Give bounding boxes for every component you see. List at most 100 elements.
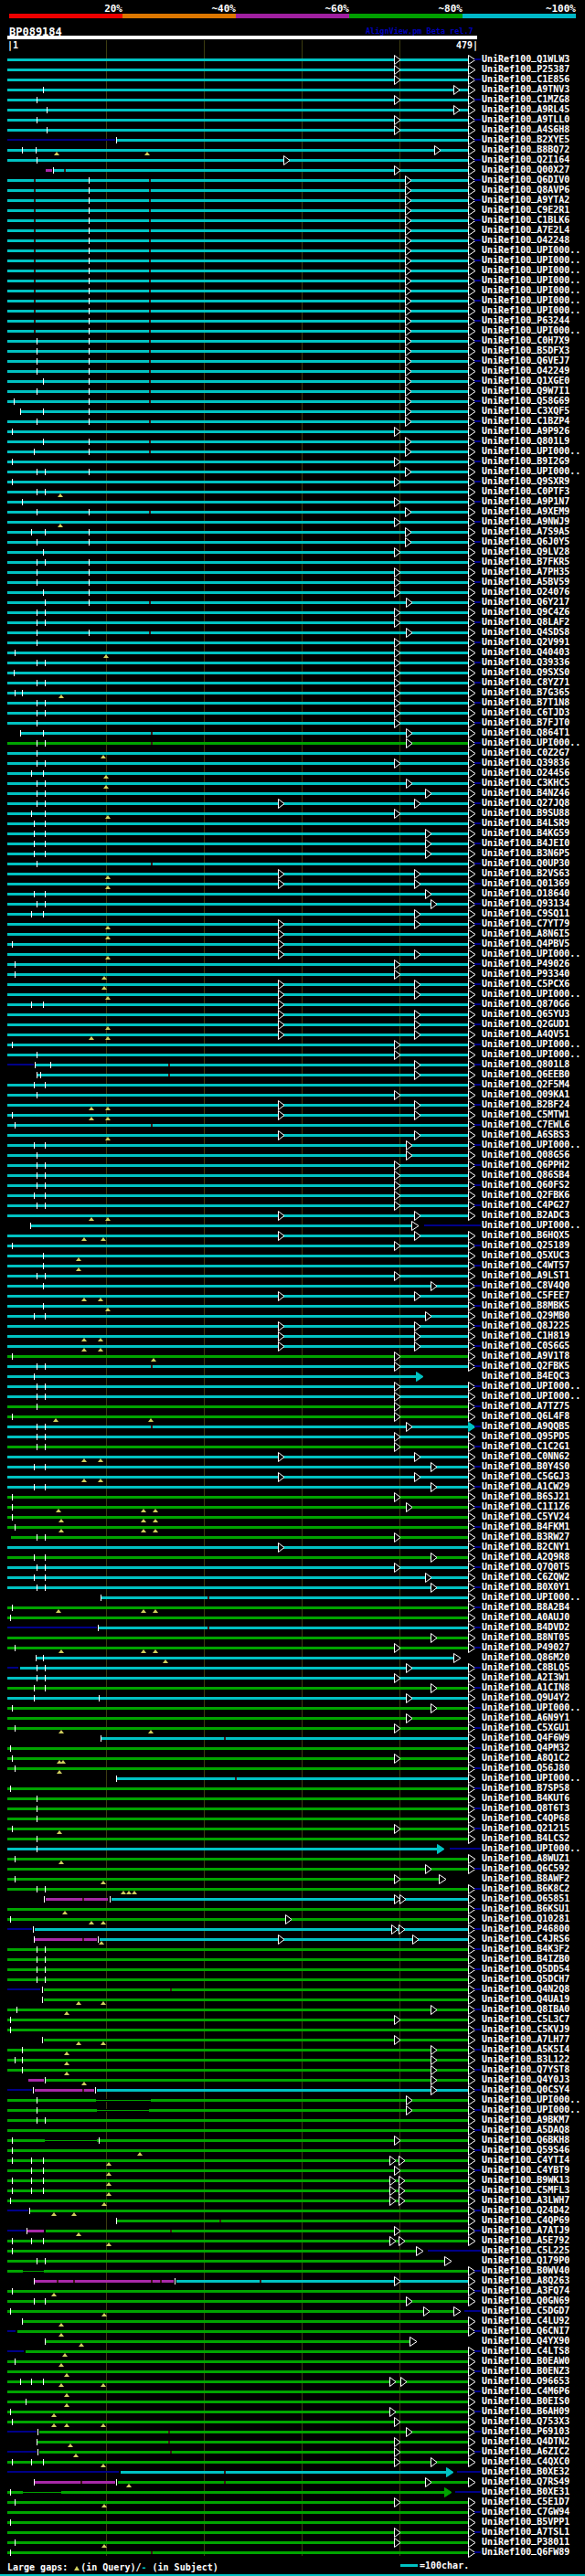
hit-label[interactable]: UniRef100C5E1D7	[482, 2496, 569, 2507]
hit-bar[interactable]	[7, 1526, 468, 1529]
hit-bar[interactable]	[7, 772, 468, 775]
hit-label[interactable]: UniRef100B9I2G9	[482, 456, 569, 466]
hit-bar[interactable]	[39, 2451, 468, 2454]
hit-bar[interactable]	[7, 782, 468, 785]
hit-label[interactable]: UniRef100Q7RS49	[482, 2476, 569, 2486]
hit-label[interactable]: UniRef100Q0UP30	[482, 858, 569, 868]
hit-label[interactable]: UniRef100C5PCX6	[482, 979, 569, 989]
hit-bar[interactable]	[7, 2491, 444, 2494]
hit-label[interactable]: UniRef100Q801L8	[482, 1059, 569, 1069]
hit-label[interactable]: UniRef100Q4YX90	[482, 2336, 569, 2346]
hit-label[interactable]: UniRef100C0Z2G7	[482, 747, 569, 758]
hit-label[interactable]: UniRef100C5L3C7	[482, 2014, 569, 2024]
hit-label[interactable]: UniRef100C5DGD7	[482, 2306, 569, 2316]
hit-label[interactable]: UniRef100P46800	[482, 1924, 569, 1934]
hit-bar[interactable]	[36, 1657, 453, 1659]
hit-bar[interactable]	[7, 1486, 468, 1489]
hit-label[interactable]: UniRef100B7T1N8	[482, 697, 569, 707]
hit-bar[interactable]	[7, 1235, 468, 1237]
hit-bar[interactable]	[7, 2290, 468, 2293]
hit-bar[interactable]	[7, 822, 468, 825]
hit-bar[interactable]	[7, 1818, 468, 1820]
hit-label[interactable]: UniRef100B0X0Y1	[482, 1582, 569, 1592]
hit-bar[interactable]	[7, 249, 468, 252]
hit-bar[interactable]	[7, 933, 468, 936]
hit-bar[interactable]	[7, 1214, 468, 1217]
hit-bar[interactable]	[7, 1295, 468, 1298]
hit-label[interactable]: UniRef100C0NN62	[482, 1451, 569, 1461]
hit-bar[interactable]	[17, 2330, 468, 2333]
hit-label[interactable]: UniRef100Q6Y217	[482, 597, 569, 607]
hit-bar[interactable]	[7, 2310, 453, 2313]
hit-label[interactable]: UniRef100B8BQ72	[482, 144, 569, 154]
hit-label[interactable]: UniRef100Q8IBA0	[482, 2004, 569, 2014]
hit-bar[interactable]	[112, 1898, 468, 1901]
hit-bar[interactable]	[7, 451, 468, 453]
hit-label[interactable]: UniRef100B2VS63	[482, 868, 569, 878]
hit-bar[interactable]	[7, 752, 468, 755]
hit-label[interactable]: UniRef100Q60FS2	[482, 1180, 569, 1190]
hit-label[interactable]: UniRef100C7GW94	[482, 2507, 569, 2517]
hit-bar[interactable]	[101, 1737, 468, 1740]
hit-bar[interactable]	[7, 300, 468, 302]
hit-bar[interactable]	[7, 1144, 468, 1147]
hit-bar[interactable]	[7, 199, 468, 202]
hit-bar[interactable]	[116, 1777, 468, 1780]
hit-bar[interactable]	[7, 1687, 468, 1690]
hit-bar[interactable]	[7, 853, 468, 855]
hit-label[interactable]: UniRef100B7G365	[482, 687, 569, 697]
hit-bar[interactable]	[7, 2511, 468, 2514]
hit-label[interactable]: UniRef100B6AH09	[482, 2406, 569, 2416]
hit-label[interactable]: UniRef100C5GGJ3	[482, 1471, 569, 1481]
hit-bar[interactable]	[7, 2380, 468, 2383]
hit-label[interactable]: UniRef100C9E2R1	[482, 205, 569, 215]
hit-bar[interactable]	[7, 1375, 416, 1378]
hit-bar[interactable]	[7, 380, 468, 383]
hit-bar[interactable]	[7, 1546, 468, 1549]
hit-label[interactable]: UniRef100C8YZ71	[482, 677, 569, 687]
hit-label[interactable]: UniRef100C5FEE7	[482, 1290, 569, 1300]
hit-label[interactable]: UniRef100C7YT79	[482, 918, 569, 928]
hit-label[interactable]: UniRef100A4S6H8	[482, 124, 569, 134]
hit-bar[interactable]	[7, 792, 468, 795]
hit-bar[interactable]	[7, 1797, 468, 1800]
hit-bar[interactable]	[7, 1888, 468, 1891]
hit-label[interactable]: UniRef100Q870G6	[482, 999, 569, 1009]
hit-bar[interactable]	[7, 843, 468, 845]
hit-bar[interactable]	[7, 2149, 468, 2152]
hit-label[interactable]: UniRef100B0XE31	[482, 2486, 569, 2496]
hit-label[interactable]: UniRef100Q1WLW3	[482, 54, 569, 64]
hit-label[interactable]: UniRef100B4NZ46	[482, 788, 569, 798]
hit-label[interactable]: UniRef100B2ADC3	[482, 1210, 569, 1220]
hit-label[interactable]: UniRef100B4K3F2	[482, 1944, 569, 1954]
hit-bar[interactable]	[7, 109, 468, 111]
hit-bar[interactable]	[7, 1466, 468, 1468]
hit-label[interactable]: UniRef100Q27JQ8	[482, 798, 569, 808]
hit-bar[interactable]	[7, 1606, 468, 1609]
hit-bar[interactable]	[7, 802, 468, 805]
hit-bar[interactable]	[7, 270, 468, 272]
hit-label[interactable]: UniRef100Q801L9	[482, 436, 569, 446]
hit-label[interactable]: UniRef100A9P926	[482, 426, 569, 436]
hit-bar[interactable]	[7, 2270, 468, 2273]
hit-bar[interactable]	[7, 1154, 468, 1157]
hit-bar[interactable]	[176, 2280, 468, 2283]
hit-bar[interactable]	[7, 400, 468, 403]
hit-bar[interactable]	[44, 1988, 468, 1991]
hit-label[interactable]: UniRef100C3KHC5	[482, 778, 569, 788]
hit-bar[interactable]	[7, 913, 468, 916]
hit-label[interactable]: UniRef100UPI000..	[482, 295, 580, 305]
hit-bar[interactable]	[7, 953, 468, 956]
hit-label[interactable]: UniRef100Q4PBV5	[482, 938, 569, 949]
hit-label[interactable]: UniRef100P25387	[482, 64, 569, 74]
hit-bar[interactable]	[7, 1345, 468, 1348]
hit-bar[interactable]	[26, 2350, 468, 2353]
hit-label[interactable]: UniRef100UPI000..	[482, 1391, 580, 1401]
hit-label[interactable]: UniRef100Q40403	[482, 647, 569, 657]
hit-label[interactable]: UniRef100B3RW27	[482, 1532, 569, 1542]
hit-bar[interactable]	[7, 1717, 468, 1720]
hit-label[interactable]: UniRef100Q864T1	[482, 727, 569, 737]
hit-bar[interactable]	[7, 2069, 468, 2072]
hit-label[interactable]: UniRef100P63244	[482, 315, 569, 325]
hit-label[interactable]: UniRef100A7S9A5	[482, 526, 569, 536]
